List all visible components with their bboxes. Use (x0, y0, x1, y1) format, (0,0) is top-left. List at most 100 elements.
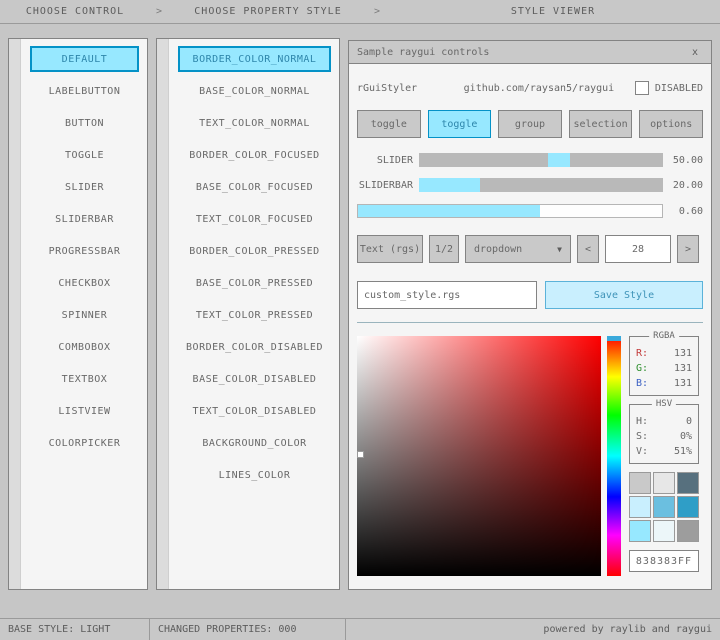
sample-controls-window: Sample raygui controls x rGuiStyler gith… (348, 40, 712, 590)
hex-color-value-box[interactable]: 838383FF (629, 550, 699, 572)
sliderbar-value: 20.00 (663, 180, 703, 191)
text-rgs-button[interactable]: Text (rgs) (357, 235, 423, 263)
property-item-base-color-focused[interactable]: BASE_COLOR_FOCUSED (178, 174, 331, 200)
control-item-spinner[interactable]: SPINNER (30, 302, 139, 328)
properties-list: BORDER_COLOR_NORMAL BASE_COLOR_NORMAL TE… (170, 39, 339, 589)
style-color-palette (629, 472, 699, 542)
blue-label: B: (636, 376, 648, 391)
progressbar-fill (358, 205, 540, 217)
palette-swatch[interactable] (677, 496, 699, 518)
property-item-background-color[interactable]: BACKGROUND_COLOR (178, 430, 331, 456)
top-step-bar: CHOOSE CONTROL > CHOOSE PROPERTY STYLE >… (0, 0, 720, 24)
slider-track[interactable] (419, 153, 663, 167)
toggle-group-item-1-active[interactable]: toggle (428, 110, 492, 138)
palette-swatch[interactable] (677, 472, 699, 494)
property-item-base-color-disabled[interactable]: BASE_COLOR_DISABLED (178, 366, 331, 392)
palette-swatch[interactable] (629, 520, 651, 542)
disabled-checkbox-label: DISABLED (655, 83, 703, 94)
control-item-progressbar[interactable]: PROGRESSBAR (30, 238, 139, 264)
sliderbar-label: SLIDERBAR (357, 180, 419, 191)
property-item-border-color-normal[interactable]: BORDER_COLOR_NORMAL (178, 46, 331, 72)
half-toggle-button[interactable]: 1/2 (429, 235, 459, 263)
dropdown-label: dropdown (474, 244, 522, 255)
red-label: R: (636, 346, 648, 361)
status-bar: BASE STYLE: LIGHT CHANGED PROPERTIES: 00… (0, 618, 720, 640)
controls-list: DEFAULT LABELBUTTON BUTTON TOGGLE SLIDER… (22, 39, 147, 589)
controls-list-scrollbar[interactable] (9, 39, 21, 589)
control-item-sliderbar[interactable]: SLIDERBAR (30, 206, 139, 232)
property-item-text-color-pressed[interactable]: TEXT_COLOR_PRESSED (178, 302, 331, 328)
chevron-right-icon: > (150, 6, 168, 17)
palette-swatch[interactable] (629, 496, 651, 518)
value-label: V: (636, 444, 648, 459)
close-icon[interactable]: x (687, 47, 703, 58)
property-item-base-color-pressed[interactable]: BASE_COLOR_PRESSED (178, 270, 331, 296)
hue-cursor[interactable] (607, 336, 621, 341)
property-item-border-color-focused[interactable]: BORDER_COLOR_FOCUSED (178, 142, 331, 168)
control-item-default[interactable]: DEFAULT (30, 46, 139, 72)
spinner-increment-button[interactable]: > (677, 235, 699, 263)
color-saturation-value-square[interactable] (357, 336, 601, 576)
toggle-group-item-0[interactable]: toggle (357, 110, 421, 138)
palette-swatch[interactable] (653, 472, 675, 494)
saturation-label: S: (636, 429, 648, 444)
color-selector-marker[interactable] (357, 451, 364, 458)
disabled-checkbox-group: DISABLED (635, 81, 703, 95)
controls-list-panel: DEFAULT LABELBUTTON BUTTON TOGGLE SLIDER… (8, 38, 148, 590)
property-item-text-color-disabled[interactable]: TEXT_COLOR_DISABLED (178, 398, 331, 424)
hsv-groupbox: HSV H:0 S:0% V:51% (629, 404, 699, 464)
sliderbar-fill (419, 178, 480, 192)
property-item-border-color-disabled[interactable]: BORDER_COLOR_DISABLED (178, 334, 331, 360)
control-item-textbox[interactable]: TEXTBOX (30, 366, 139, 392)
control-item-combobox[interactable]: COMBOBOX (30, 334, 139, 360)
control-item-slider[interactable]: SLIDER (30, 174, 139, 200)
palette-swatch[interactable] (653, 496, 675, 518)
palette-swatch[interactable] (677, 520, 699, 542)
toggle-group: toggle toggle group selection options (357, 110, 703, 138)
property-item-border-color-pressed[interactable]: BORDER_COLOR_PRESSED (178, 238, 331, 264)
control-item-colorpicker[interactable]: COLORPICKER (30, 430, 139, 456)
red-value: 131 (674, 346, 692, 361)
chevron-right-icon: > (368, 6, 386, 17)
chevron-down-icon: ▼ (557, 245, 562, 254)
spinner-decrement-button[interactable]: < (577, 235, 599, 263)
hue-bar[interactable] (607, 336, 621, 576)
control-item-listview[interactable]: LISTVIEW (30, 398, 139, 424)
app-name-label: rGuiStyler (357, 83, 443, 94)
filename-input[interactable]: custom_style.rgs (357, 281, 537, 309)
toggle-group-item-2[interactable]: group (498, 110, 562, 138)
repo-link[interactable]: github.com/raysan5/raygui (443, 83, 635, 94)
progressbar-value: 0.60 (663, 206, 703, 217)
step-choose-property-style: CHOOSE PROPERTY STYLE (168, 6, 368, 17)
slider-handle[interactable] (548, 153, 570, 167)
dropdown-box[interactable]: dropdown ▼ (465, 235, 571, 263)
palette-swatch[interactable] (653, 520, 675, 542)
save-style-button[interactable]: Save Style (545, 281, 703, 309)
hue-value: 0 (686, 414, 692, 429)
properties-list-panel: BORDER_COLOR_NORMAL BASE_COLOR_NORMAL TE… (156, 38, 340, 590)
property-item-text-color-normal[interactable]: TEXT_COLOR_NORMAL (178, 110, 331, 136)
spinner-value-box[interactable]: 28 (605, 235, 671, 263)
properties-list-scrollbar[interactable] (157, 39, 169, 589)
progressbar-track (357, 204, 663, 218)
divider-line (357, 322, 703, 323)
property-item-base-color-normal[interactable]: BASE_COLOR_NORMAL (178, 78, 331, 104)
sliderbar-track[interactable] (419, 178, 663, 192)
rgba-groupbox: RGBA R:131 G:131 B:131 (629, 336, 699, 396)
control-item-checkbox[interactable]: CHECKBOX (30, 270, 139, 296)
property-item-text-color-focused[interactable]: TEXT_COLOR_FOCUSED (178, 206, 331, 232)
control-item-toggle[interactable]: TOGGLE (30, 142, 139, 168)
window-title-bar[interactable]: Sample raygui controls x (349, 41, 711, 64)
toggle-group-item-3[interactable]: selection (569, 110, 633, 138)
palette-swatch[interactable] (629, 472, 651, 494)
control-item-labelbutton[interactable]: LABELBUTTON (30, 78, 139, 104)
disabled-checkbox[interactable] (635, 81, 649, 95)
toggle-group-item-4[interactable]: options (639, 110, 703, 138)
control-item-button[interactable]: BUTTON (30, 110, 139, 136)
property-item-lines-color[interactable]: LINES_COLOR (178, 462, 331, 488)
step-choose-control: CHOOSE CONTROL (0, 6, 150, 17)
slider-label: SLIDER (357, 155, 419, 166)
green-value: 131 (674, 361, 692, 376)
rgba-title: RGBA (649, 331, 679, 341)
status-powered-by: powered by raylib and raygui (346, 619, 720, 640)
